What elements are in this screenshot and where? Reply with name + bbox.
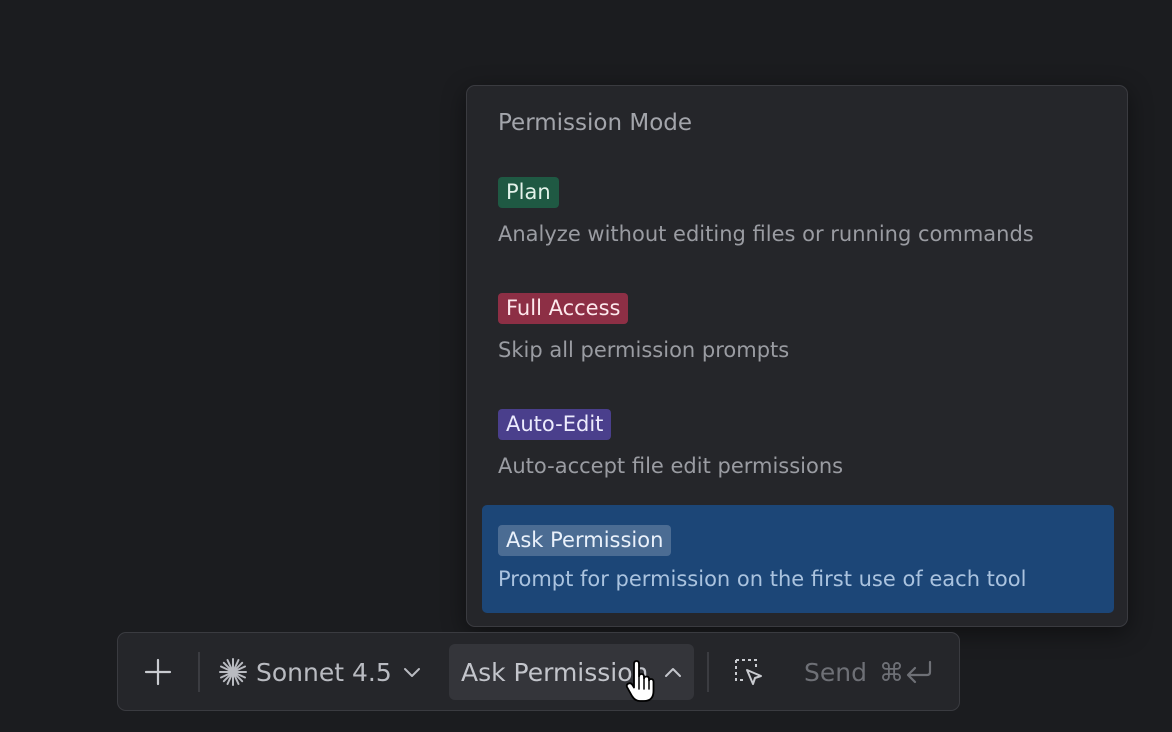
mode-description: Auto-accept file edit permissions [498, 454, 844, 478]
return-icon [906, 660, 932, 684]
mode-badge-ask-permission: Ask Permission [498, 525, 672, 556]
toolbar-divider [198, 652, 200, 692]
mode-description: Skip all permission prompts [498, 338, 790, 362]
mode-description: Analyze without editing files or running… [498, 222, 1034, 246]
app-stage: Permission Mode Plan Analyze without edi… [0, 0, 1172, 732]
toolbar-divider [707, 652, 709, 692]
menu-item-plan[interactable]: Plan Analyze without editing files or ru… [482, 170, 1114, 278]
menu-title: Permission Mode [498, 110, 693, 136]
mode-badge-auto-edit: Auto-Edit [498, 409, 612, 440]
command-key: ⌘ [878, 657, 904, 687]
menu-item-ask-permission[interactable]: Ask Permission Prompt for permission on … [482, 505, 1114, 613]
send-label: Send [804, 657, 867, 687]
chevron-up-icon [665, 668, 681, 677]
send-shortcut: ⌘ [879, 658, 934, 687]
select-element-icon [735, 659, 762, 685]
plus-icon [144, 658, 172, 686]
permission-mode-menu: Permission Mode Plan Analyze without edi… [466, 85, 1128, 627]
chevron-down-icon [403, 668, 420, 677]
mode-badge-full-access: Full Access [498, 293, 629, 324]
composer-toolbar: Sonnet 4.5 Ask Permission Send ⌘ [117, 632, 960, 711]
mode-description: Prompt for permission on the first use o… [498, 567, 1027, 591]
select-element-button[interactable] [728, 644, 768, 700]
permission-mode-button[interactable]: Ask Permission [449, 644, 694, 700]
model-label: Sonnet 4.5 [256, 657, 392, 687]
send-button[interactable]: Send ⌘ [804, 644, 934, 700]
mode-badge-plan: Plan [498, 177, 559, 208]
sparkle-icon [219, 658, 247, 686]
menu-item-auto-edit[interactable]: Auto-Edit Auto-accept file edit permissi… [482, 402, 1114, 510]
menu-item-full-access[interactable]: Full Access Skip all permission prompts [482, 286, 1114, 394]
permission-mode-label: Ask Permission [461, 657, 649, 687]
add-button[interactable] [138, 644, 178, 700]
model-selector[interactable]: Sonnet 4.5 [218, 644, 422, 700]
